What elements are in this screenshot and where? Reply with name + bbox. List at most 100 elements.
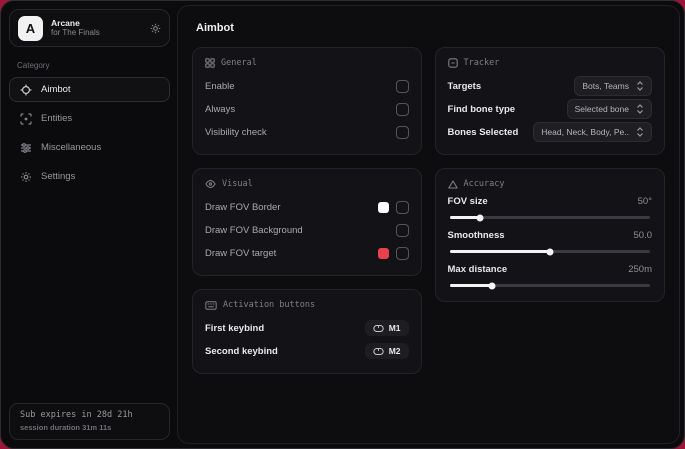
dropdown-value: Selected bone (574, 104, 629, 114)
visibility-check-checkbox[interactable] (395, 125, 409, 139)
chevron-up-down-icon (636, 81, 644, 91)
max-distance-value: 250m (628, 264, 652, 275)
setting-label: Visibility check (205, 126, 267, 138)
setting-row-max-distance: Max distance 250m (447, 264, 652, 289)
sidebar-item-aimbot[interactable]: Aimbot (9, 77, 170, 102)
sidebar-item-settings[interactable]: Settings (9, 164, 170, 189)
setting-label: Always (205, 103, 236, 115)
setting-row-fov-target: Draw FOV target (205, 242, 409, 264)
sub-expiry-text: Sub expires in 28d 21h (20, 410, 133, 420)
setting-row-enable: Enable (205, 75, 409, 97)
eye-icon (205, 179, 216, 189)
sidebar-nav: Aimbot Entities Miscellaneous Settings (9, 77, 170, 189)
find-bone-type-dropdown[interactable]: Selected bone (566, 99, 652, 119)
card-tracker: Tracker Targets Bots, Teams Find bone ty… (434, 47, 665, 155)
setting-row-fov-background: Draw FOV Background (205, 219, 409, 241)
setting-row-bones-selected: Bones Selected Head, Neck, Body, Pe.. (448, 121, 652, 143)
card-title: Visual (222, 179, 253, 189)
fov-target-color-swatch[interactable] (377, 247, 389, 259)
card-accuracy: Accuracy FOV size 50° Smoothness 50.0 Ma… (434, 168, 665, 302)
card-title: Tracker (463, 58, 500, 68)
sidebar: A Arcane for The Finals Category Aimbot … (5, 5, 174, 444)
sliders-icon (20, 142, 32, 154)
app-titles: Arcane for The Finals (51, 18, 100, 39)
always-checkbox[interactable] (395, 102, 409, 116)
fov-border-checkbox[interactable] (395, 200, 409, 214)
setting-label: Enable (205, 80, 235, 92)
setting-label: Bones Selected (447, 126, 519, 138)
tracker-box-icon (447, 58, 458, 68)
targets-dropdown[interactable]: Bots, Teams (574, 76, 652, 96)
fov-background-checkbox[interactable] (395, 223, 409, 237)
session-duration-text: session duration 31m 11s (20, 423, 112, 432)
setting-row-first-keybind: First keybind M1 (205, 317, 409, 339)
grid-icon (205, 58, 215, 68)
bones-selected-dropdown[interactable]: Head, Neck, Body, Pe.. (533, 122, 652, 142)
triangle-icon (447, 179, 458, 189)
chevron-up-down-icon (636, 127, 644, 137)
app-window: A Arcane for The Finals Category Aimbot … (0, 0, 685, 449)
enable-checkbox[interactable] (395, 79, 409, 93)
slider-thumb[interactable] (488, 282, 496, 289)
first-keybind-button[interactable]: M1 (364, 320, 409, 336)
smoothness-value: 50.0 (633, 230, 653, 241)
app-subtitle: for The Finals (51, 28, 100, 38)
card-visual: Visual Draw FOV Border Draw FOV Backgrou… (192, 168, 422, 276)
gear-icon (20, 171, 32, 183)
keyboard-icon (205, 300, 217, 310)
slider-thumb[interactable] (546, 248, 554, 255)
fov-border-color-swatch[interactable] (377, 201, 389, 213)
setting-row-visibility-check: Visibility check (205, 121, 409, 143)
fov-size-value: 50° (637, 196, 652, 207)
sidebar-item-label: Miscellaneous (41, 142, 102, 153)
crosshair-icon (20, 84, 32, 96)
header-gear-icon[interactable] (150, 23, 161, 34)
setting-label: Second keybind (205, 345, 278, 357)
setting-row-second-keybind: Second keybind M2 (205, 340, 409, 362)
main-panel: Aimbot General Enable Always Visibility … (177, 5, 680, 444)
sidebar-item-label: Aimbot (41, 84, 71, 95)
chevron-up-down-icon (636, 104, 644, 114)
setting-row-find-bone-type: Find bone type Selected bone (448, 98, 652, 120)
setting-label: Max distance (447, 264, 508, 275)
entities-scan-icon (20, 112, 32, 125)
setting-label: FOV size (447, 196, 488, 207)
fov-size-slider[interactable] (449, 214, 650, 221)
setting-row-fov-size: FOV size 50° (447, 196, 652, 221)
keybind-value: M2 (388, 346, 401, 356)
slider-fill (449, 250, 550, 253)
setting-label: Draw FOV Background (205, 224, 303, 236)
dropdown-value: Bots, Teams (582, 81, 629, 91)
mouse-icon (373, 347, 384, 356)
slider-fill (449, 216, 480, 219)
card-general: General Enable Always Visibility check (192, 47, 422, 155)
second-keybind-button[interactable]: M2 (364, 343, 409, 359)
setting-row-always: Always (205, 98, 409, 120)
dropdown-value: Head, Neck, Body, Pe.. (541, 127, 629, 137)
setting-row-smoothness: Smoothness 50.0 (447, 230, 653, 255)
app-name: Arcane (51, 17, 80, 28)
sidebar-item-miscellaneous[interactable]: Miscellaneous (9, 135, 170, 160)
slider-thumb[interactable] (476, 214, 484, 221)
mouse-icon (373, 324, 384, 333)
setting-label: First keybind (205, 322, 265, 334)
card-activation-buttons: Activation buttons First keybind M1 Seco… (192, 289, 422, 374)
setting-row-targets: Targets Bots, Teams (448, 75, 652, 97)
setting-label: Draw FOV Border (205, 201, 281, 213)
setting-row-fov-border: Draw FOV Border (205, 196, 409, 218)
subscription-box: Sub expires in 28d 21h session duration … (9, 403, 170, 440)
setting-label: Targets (447, 80, 482, 92)
smoothness-slider[interactable] (449, 248, 650, 255)
setting-label: Draw FOV target (205, 247, 277, 259)
fov-target-checkbox[interactable] (395, 246, 409, 260)
keybind-value: M1 (388, 323, 401, 333)
setting-label: Smoothness (447, 230, 505, 241)
sidebar-item-label: Settings (41, 171, 76, 182)
sidebar-item-label: Entities (41, 113, 73, 124)
category-label: Category (17, 61, 50, 70)
sidebar-item-entities[interactable]: Entities (9, 106, 170, 131)
max-distance-slider[interactable] (449, 282, 650, 289)
card-title: Accuracy (463, 179, 505, 189)
slider-fill (449, 284, 492, 287)
card-title: General (221, 58, 257, 68)
